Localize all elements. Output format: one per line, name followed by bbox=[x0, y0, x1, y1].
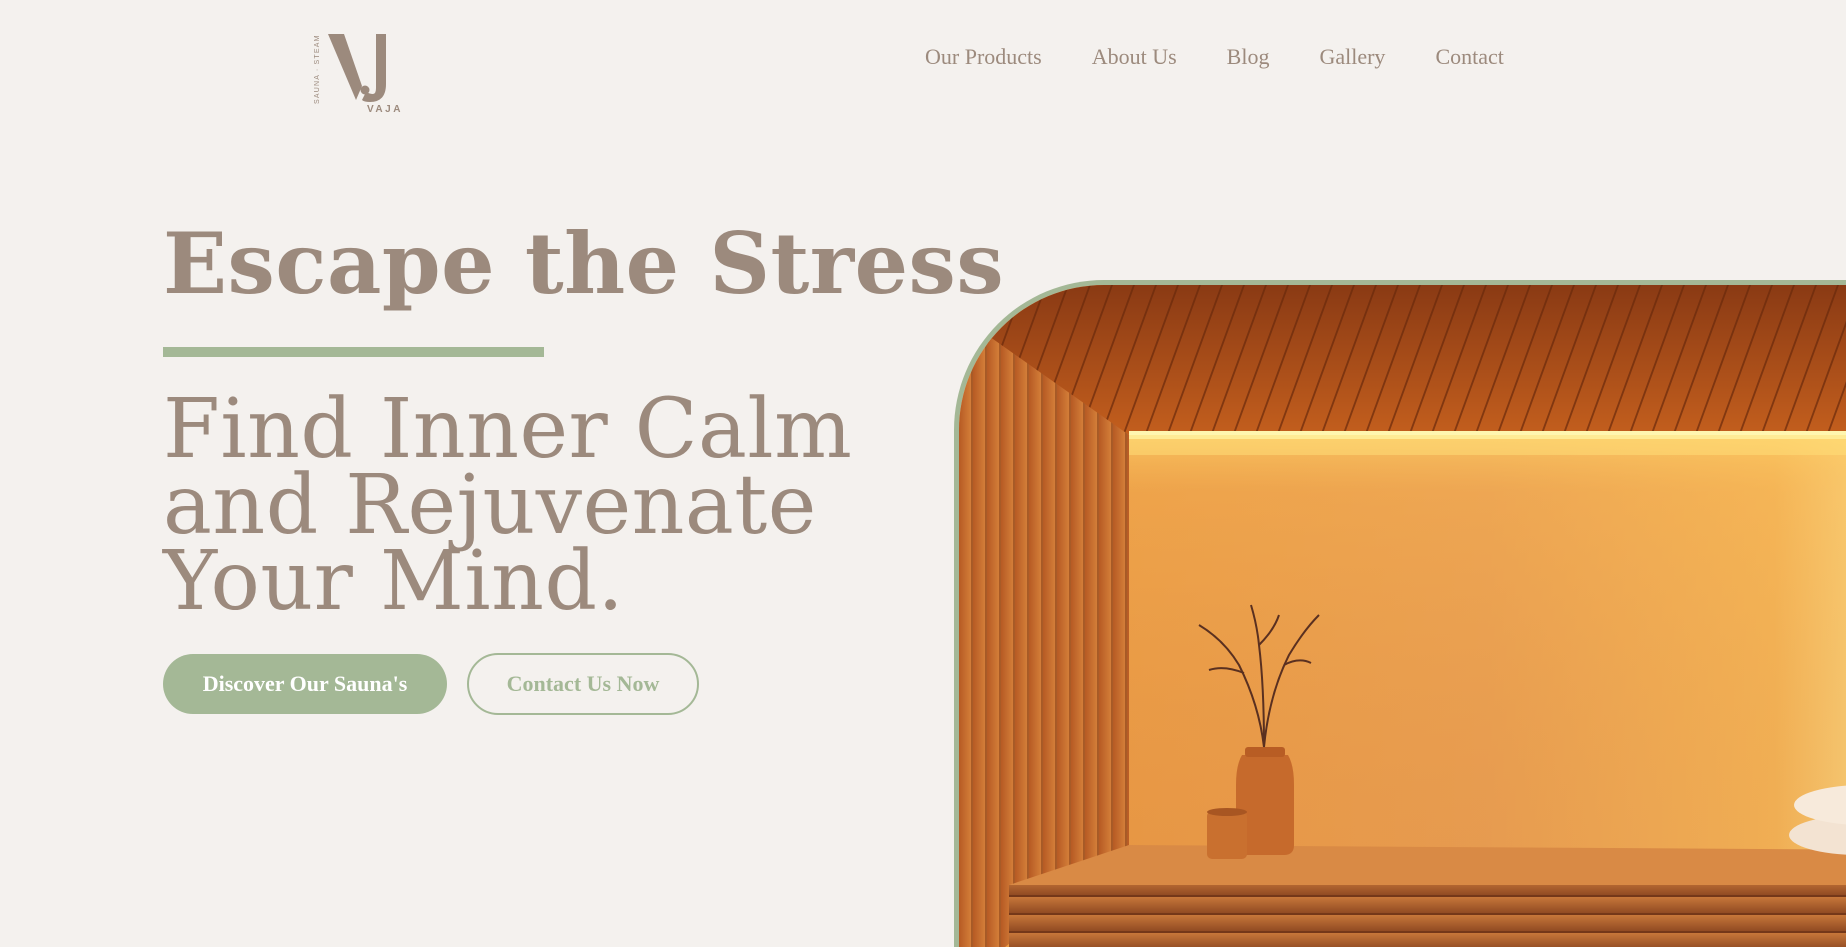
svg-text:VAJA: VAJA bbox=[367, 104, 403, 114]
nav-item-our-products[interactable]: Our Products bbox=[925, 44, 1042, 70]
main-nav: Our Products About Us Blog Gallery Conta… bbox=[925, 44, 1504, 70]
brand-logo[interactable]: SAUNA · STEAM VAJA bbox=[312, 32, 408, 114]
nav-item-gallery[interactable]: Gallery bbox=[1319, 44, 1385, 70]
sauna-illustration bbox=[959, 285, 1846, 947]
hero-subtitle-line-3: Your Mind. bbox=[163, 534, 625, 629]
nav-item-contact[interactable]: Contact bbox=[1435, 44, 1503, 70]
nav-item-about-us[interactable]: About Us bbox=[1092, 44, 1177, 70]
hero-subtitle: Find Inner Calm and Rejuvenate Your Mind… bbox=[163, 389, 863, 623]
contact-us-now-button[interactable]: Contact Us Now bbox=[467, 653, 699, 715]
svg-text:SAUNA · STEAM: SAUNA · STEAM bbox=[314, 34, 321, 104]
nav-item-blog[interactable]: Blog bbox=[1227, 44, 1270, 70]
vj-logo-icon: SAUNA · STEAM VAJA bbox=[314, 34, 403, 114]
sauna-interior-image bbox=[954, 280, 1846, 947]
hero-divider bbox=[163, 347, 544, 357]
discover-saunas-button[interactable]: Discover Our Sauna's bbox=[163, 654, 447, 714]
page: SAUNA · STEAM VAJA Our Products About Us… bbox=[0, 0, 1846, 947]
hero-title: Escape the Stress bbox=[163, 214, 1005, 313]
